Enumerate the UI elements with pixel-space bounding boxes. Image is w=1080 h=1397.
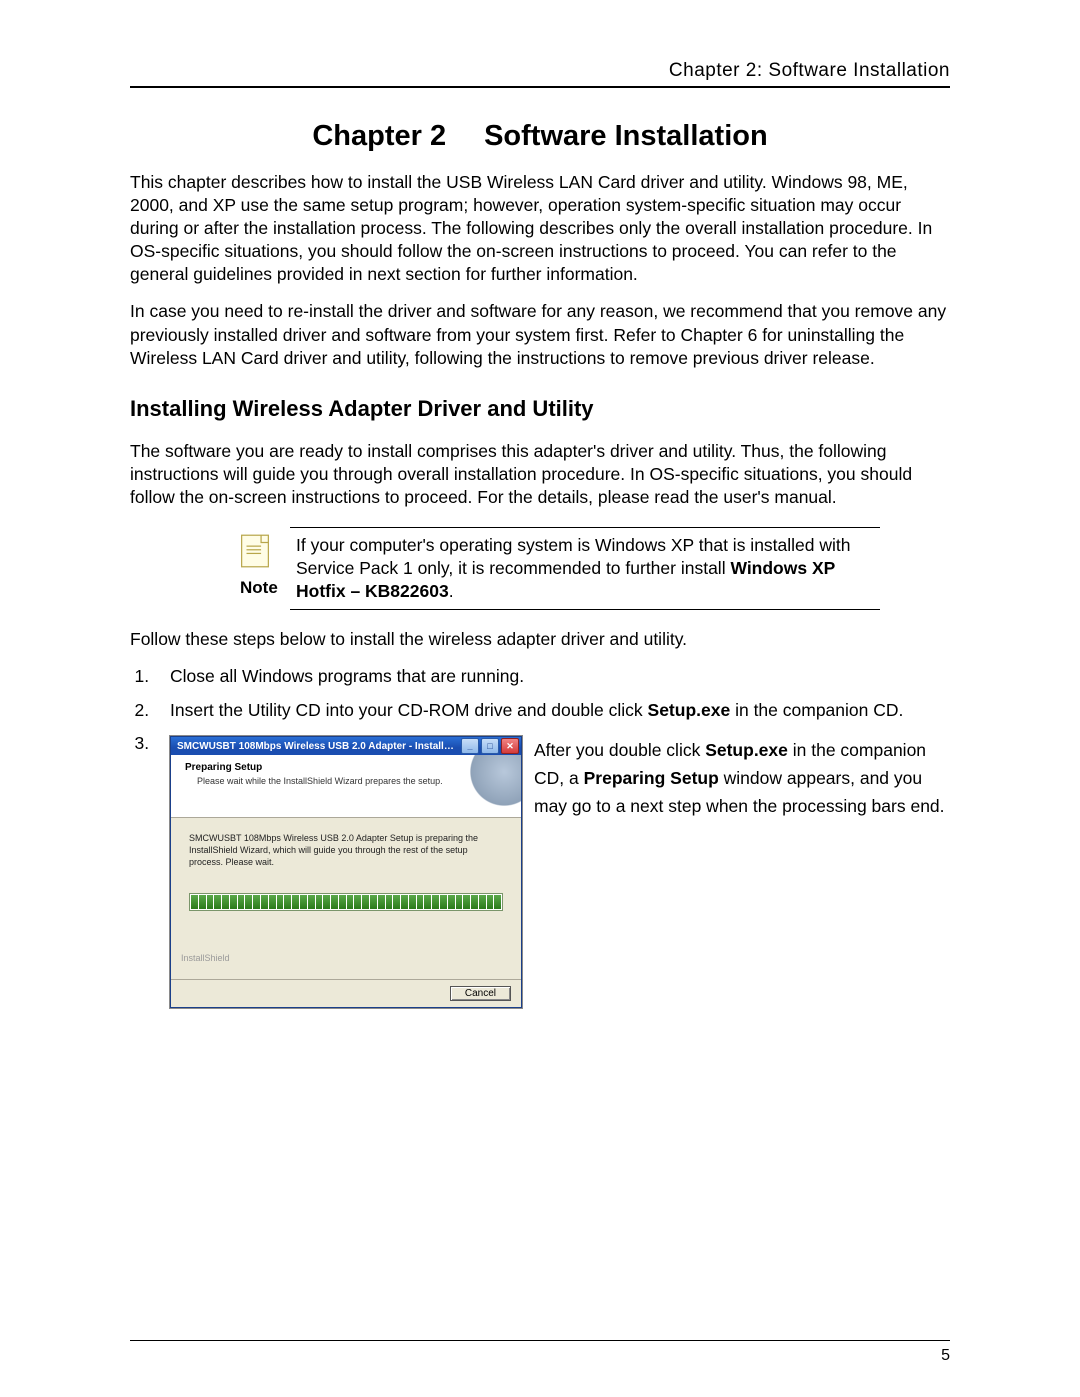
note-label: Note — [240, 578, 278, 598]
running-head: Chapter 2: Software Installation — [130, 60, 950, 88]
follow-steps-intro: Follow these steps below to install the … — [130, 628, 950, 651]
step-3-text: After you double click Setup.exe in the … — [534, 736, 950, 820]
chapter-label: Chapter 2 — [312, 120, 446, 152]
step-3: SMCWUSBT 108Mbps Wireless USB 2.0 Adapte… — [154, 732, 950, 1008]
maximize-icon[interactable]: □ — [481, 738, 499, 754]
chapter-name: Software Installation — [484, 120, 768, 152]
minimize-icon[interactable]: _ — [461, 738, 479, 754]
step-1: Close all Windows programs that are runn… — [154, 665, 950, 688]
intro-paragraph-2: In case you need to re-install the drive… — [130, 300, 950, 369]
step-2: Insert the Utility CD into your CD-ROM d… — [154, 699, 950, 722]
footer-rule — [130, 1340, 950, 1341]
dialog-subheading: Please wait while the InstallShield Wiza… — [197, 776, 461, 788]
note-document-icon — [240, 534, 270, 568]
page-number: 5 — [941, 1347, 950, 1365]
chapter-title: Chapter 2 Software Installation — [130, 120, 950, 153]
dialog-heading: Preparing Setup — [185, 761, 461, 774]
dialog-body-text: SMCWUSBT 108Mbps Wireless USB 2.0 Adapte… — [189, 832, 503, 868]
dialog-title: SMCWUSBT 108Mbps Wireless USB 2.0 Adapte… — [177, 740, 459, 753]
intro-paragraph-1: This chapter describes how to install th… — [130, 171, 950, 286]
close-icon[interactable]: ✕ — [501, 738, 519, 754]
steps-list: Close all Windows programs that are runn… — [130, 665, 950, 1007]
note-block: Note If your computer's operating system… — [240, 527, 880, 610]
dialog-header: Preparing Setup Please wait while the In… — [171, 755, 521, 818]
installshield-dialog: SMCWUSBT 108Mbps Wireless USB 2.0 Adapte… — [170, 736, 522, 1007]
dialog-brand: InstallShield — [181, 953, 230, 965]
progress-bar — [189, 893, 503, 911]
section-title-install: Installing Wireless Adapter Driver and U… — [130, 396, 950, 422]
dialog-graphic-icon — [465, 755, 521, 811]
note-text: If your computer's operating system is W… — [290, 534, 880, 603]
section1-paragraph-1: The software you are ready to install co… — [130, 440, 950, 509]
dialog-titlebar: SMCWUSBT 108Mbps Wireless USB 2.0 Adapte… — [171, 737, 521, 755]
cancel-button[interactable]: Cancel — [450, 986, 511, 1001]
